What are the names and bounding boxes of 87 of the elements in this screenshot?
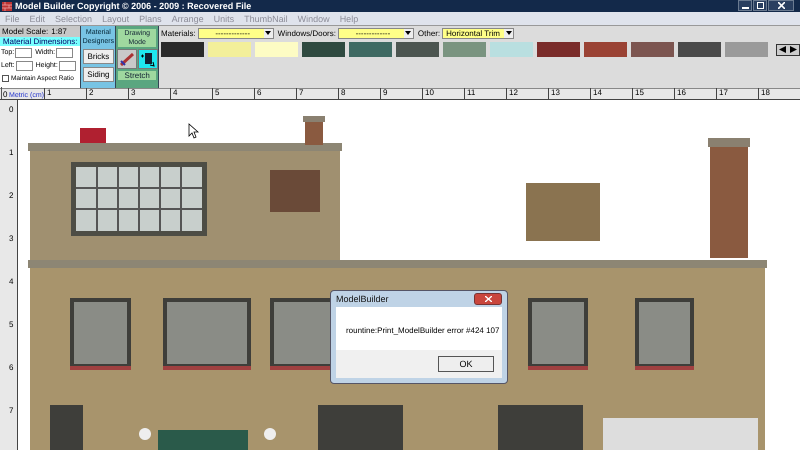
- ruler-number: 5: [8, 320, 14, 331]
- menu-item[interactable]: Arrange: [166, 14, 209, 24]
- caret-icon: [405, 31, 412, 35]
- scale-value: 1:87: [51, 27, 67, 36]
- color-swatch[interactable]: [536, 42, 580, 57]
- close-icon: [778, 2, 784, 9]
- error-message: rountine:Print_ModelBuilder error #424 107: [345, 325, 500, 337]
- ruler-number: 13: [548, 88, 590, 99]
- menu-item[interactable]: Plans: [134, 14, 167, 24]
- input-field[interactable]: [15, 48, 32, 58]
- dropdown[interactable]: -------------: [338, 28, 414, 38]
- ruler-number: 7: [8, 406, 14, 417]
- caret-icon: [506, 31, 512, 35]
- ruler-number: 0: [2, 90, 6, 99]
- menu-item[interactable]: Help: [334, 14, 364, 24]
- menu-item[interactable]: ThumbNail: [239, 14, 293, 24]
- ruler-number: 12: [506, 88, 548, 99]
- color-swatch[interactable]: [396, 42, 439, 57]
- resize-icon: [140, 51, 156, 67]
- scale-label: Model Scale:: [2, 27, 48, 36]
- picker-label: Materials:: [160, 28, 196, 38]
- color-swatch[interactable]: [302, 42, 345, 57]
- ruler-number: 15: [632, 88, 674, 99]
- picker-label: Other:: [418, 28, 440, 38]
- mode-label: Stretch: [118, 71, 156, 80]
- dropdown[interactable]: -------------: [198, 28, 274, 38]
- ruler-number: 16: [674, 88, 716, 99]
- minimize-button[interactable]: [738, 0, 752, 11]
- tool-button[interactable]: [116, 49, 137, 69]
- menu-item[interactable]: Selection: [50, 14, 98, 24]
- color-swatch[interactable]: [442, 42, 486, 57]
- window-title: Model Builder Copyright © 2006 - 2009 : Recovered File: [15, 1, 252, 11]
- ruler-number: 7: [296, 88, 338, 99]
- ruler-number: 4: [8, 277, 14, 288]
- input-field[interactable]: [16, 60, 33, 70]
- ruler-number: 18: [758, 88, 800, 99]
- designer-button[interactable]: Bricks: [82, 49, 114, 64]
- cursor-icon: [188, 123, 200, 139]
- color-swatch[interactable]: [630, 42, 674, 57]
- picker-label: Windows/Doors:: [278, 28, 336, 38]
- ruler-number: 2: [86, 88, 128, 99]
- ruler-number: 2: [8, 191, 14, 202]
- ruler-number: 11: [464, 88, 506, 99]
- ruler-number: 5: [212, 88, 254, 99]
- checkbox[interactable]: [2, 75, 9, 82]
- color-swatch[interactable]: [490, 42, 533, 57]
- ruler-number: 0: [8, 105, 14, 116]
- ruler-number: 1: [8, 148, 14, 159]
- color-swatch[interactable]: [584, 42, 627, 57]
- restore-button[interactable]: [753, 0, 767, 11]
- close-button[interactable]: [474, 293, 502, 305]
- input-field[interactable]: [56, 48, 74, 58]
- menu-item[interactable]: Edit: [24, 14, 50, 24]
- color-swatch[interactable]: [724, 42, 768, 57]
- color-swatch[interactable]: [160, 42, 204, 57]
- menu-item[interactable]: Window: [292, 14, 335, 24]
- ruler-number: 10: [422, 88, 464, 99]
- close-icon: [484, 296, 492, 302]
- designer-button[interactable]: Siding: [82, 67, 114, 82]
- input-field[interactable]: [58, 60, 76, 70]
- ruler-number: 6: [8, 363, 14, 374]
- dimensions-heading: Material Dimensions:: [0, 37, 80, 46]
- ruler-number: 9: [380, 88, 422, 99]
- dialog-title: ModelBuilder: [336, 294, 389, 304]
- ruler-number: 4: [170, 88, 212, 99]
- dropdown[interactable]: Horizontal Trim: [442, 28, 514, 38]
- ok-button[interactable]: OK: [438, 356, 494, 372]
- tool-button[interactable]: [138, 49, 158, 69]
- close-button[interactable]: [768, 0, 794, 11]
- color-swatch[interactable]: [208, 42, 251, 57]
- caret-icon: [265, 31, 272, 35]
- ruler-pencil-icon: [118, 51, 135, 67]
- ruler-number: 14: [590, 88, 632, 99]
- color-swatch[interactable]: [254, 42, 298, 57]
- ruler-number: 1: [44, 88, 86, 99]
- menu-item[interactable]: Layout: [97, 14, 134, 24]
- color-swatch[interactable]: [678, 42, 721, 57]
- ruler-number: 6: [254, 88, 296, 99]
- ruler-number: 17: [716, 88, 758, 99]
- app-icon: [2, 2, 12, 10]
- menu-item[interactable]: File: [0, 14, 25, 24]
- ruler-number: 8: [338, 88, 380, 99]
- ruler-number: 3: [128, 88, 170, 99]
- color-swatch[interactable]: [348, 42, 392, 57]
- maximize-icon: [756, 2, 764, 9]
- ruler-number: 3: [8, 234, 14, 245]
- menu-item[interactable]: Units: [208, 14, 240, 24]
